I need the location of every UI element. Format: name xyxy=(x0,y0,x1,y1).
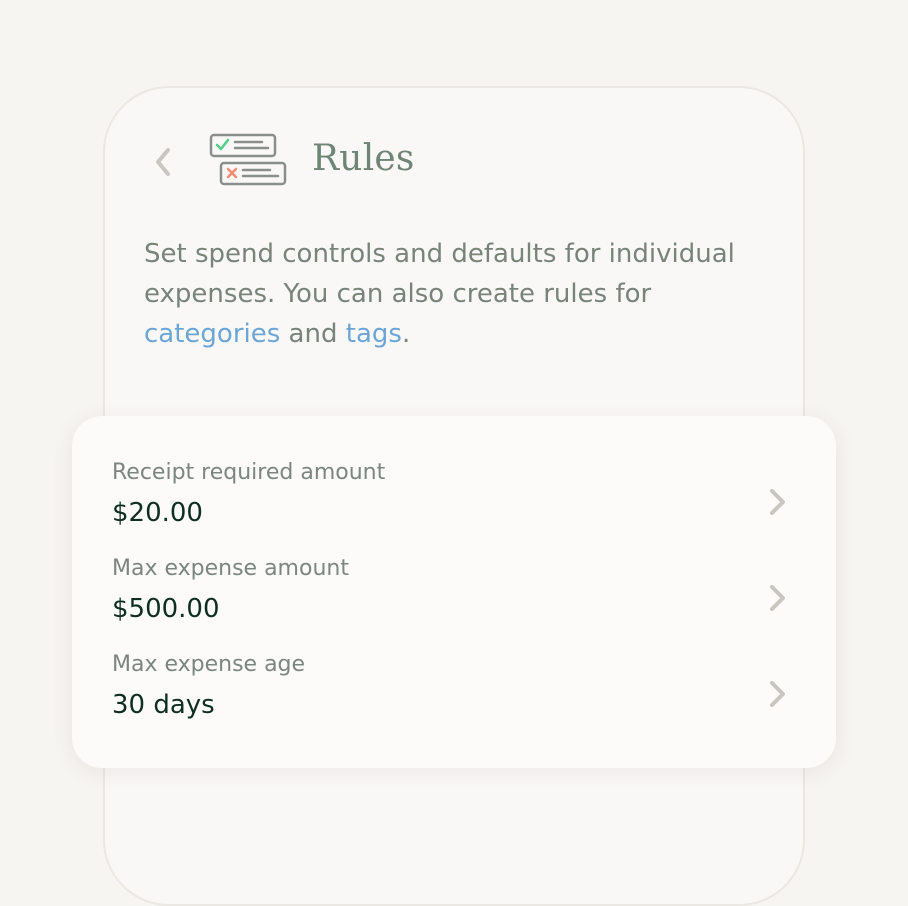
chevron-right-icon xyxy=(770,585,785,611)
rules-checklist-icon xyxy=(209,133,287,186)
rule-value: $500.00 xyxy=(112,594,220,624)
rule-label: Max expense amount xyxy=(112,556,349,581)
categories-link[interactable]: categories xyxy=(144,319,280,349)
rule-row-max-expense-age[interactable]: Max expense age 30 days xyxy=(72,652,836,746)
back-button[interactable] xyxy=(148,142,178,182)
tags-link[interactable]: tags xyxy=(346,319,402,349)
page-title: Rules xyxy=(312,138,415,179)
rules-card: Receipt required amount $20.00 Max expen… xyxy=(72,416,836,768)
chevron-left-icon xyxy=(156,148,170,176)
rule-row-receipt-required-amount[interactable]: Receipt required amount $20.00 xyxy=(72,460,836,554)
chevron-right-icon xyxy=(770,681,785,707)
chevron-right-icon xyxy=(770,489,785,515)
rule-label: Max expense age xyxy=(112,652,306,677)
rule-label: Receipt required amount xyxy=(112,460,386,485)
rule-value: 30 days xyxy=(112,690,215,720)
rule-value: $20.00 xyxy=(112,498,203,528)
rule-row-max-expense-amount[interactable]: Max expense amount $500.00 xyxy=(72,556,836,650)
page-description: Set spend controls and defaults for indi… xyxy=(144,239,735,349)
